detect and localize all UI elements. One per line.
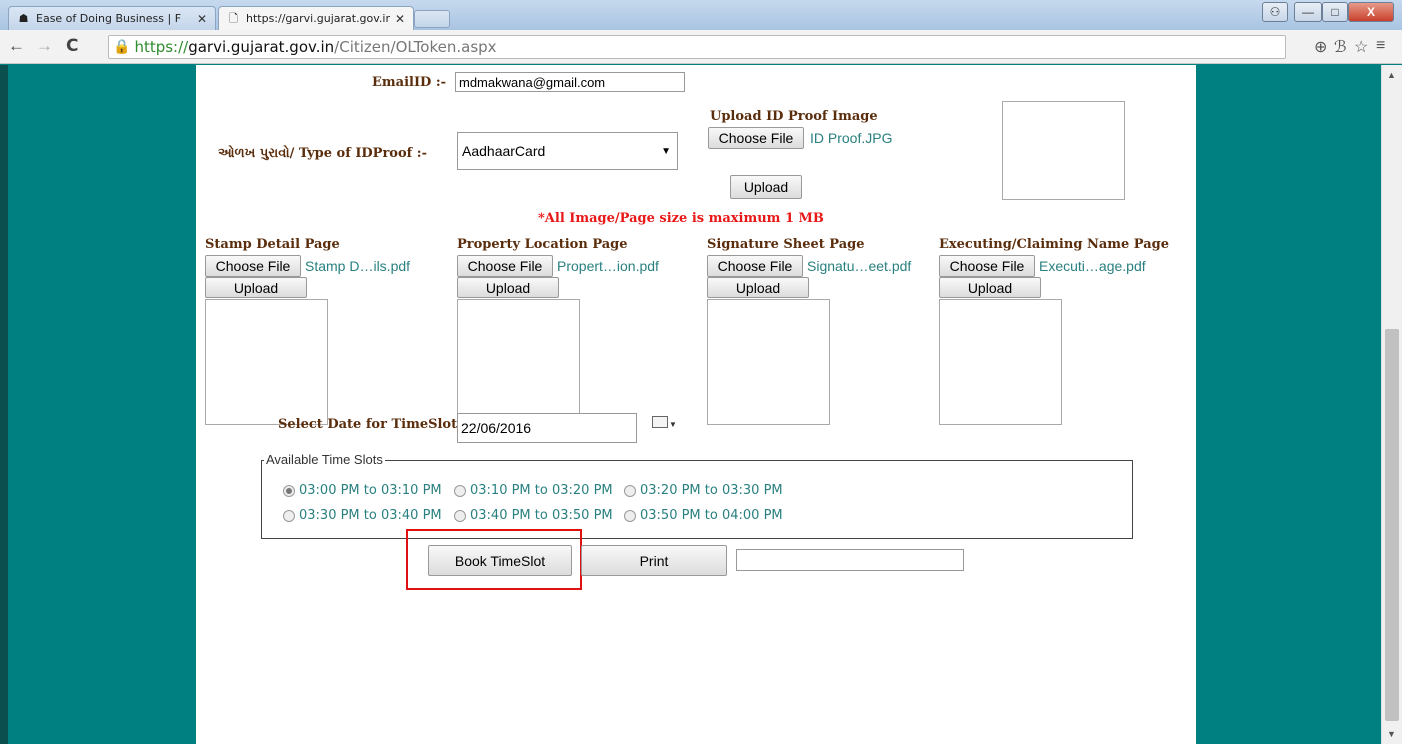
slot-label: 03:20 PM to 03:30 PM — [640, 483, 783, 498]
calendar-dropdown-icon[interactable]: ▼ — [669, 420, 677, 429]
lock-icon: 🔒 — [113, 39, 131, 55]
scroll-thumb[interactable] — [1385, 329, 1399, 721]
browser-toolbar: ← → C 🔒 https://garvi.gujarat.gov.in/Cit… — [0, 30, 1402, 64]
user-icon[interactable]: ⚇ — [1262, 2, 1288, 22]
id-file-name: ID Proof.JPG — [810, 130, 893, 146]
tab-ease-of-doing-business[interactable]: ☗ Ease of Doing Business | F ✕ — [8, 6, 216, 30]
url-scheme: https:// — [134, 38, 189, 56]
close-window-button[interactable]: X — [1348, 2, 1394, 22]
signature-file-name: Signatu…eet.pdf — [807, 258, 912, 274]
slot-label: 03:10 PM to 03:20 PM — [470, 483, 613, 498]
time-slots-legend: Available Time Slots — [264, 452, 385, 467]
scroll-down-icon[interactable]: ▼ — [1387, 729, 1396, 739]
maximize-button[interactable]: □ — [1322, 2, 1348, 22]
radio-icon — [454, 484, 466, 497]
slot-label: 03:30 PM to 03:40 PM — [299, 508, 442, 523]
choose-file-stamp-button[interactable]: Choose File — [205, 255, 301, 277]
dropdown-arrow-icon: ▼ — [661, 145, 671, 157]
tab-garvi-oltoken[interactable]: 🗋 https://garvi.gujarat.gov.ir ✕ — [218, 6, 414, 30]
choose-file-signature-button[interactable]: Choose File — [707, 255, 803, 277]
upload-property-button[interactable]: Upload — [457, 277, 559, 298]
vertical-scrollbar[interactable]: ▲ ▼ — [1381, 65, 1402, 744]
email-field[interactable]: mdmakwana@gmail.com — [455, 72, 685, 92]
upload-id-title: Upload ID Proof Image — [710, 109, 878, 124]
minimize-button[interactable]: — — [1294, 2, 1322, 22]
stamp-file-name: Stamp D…ils.pdf — [305, 258, 411, 274]
property-file-name: Propert…ion.pdf — [557, 258, 659, 274]
property-location-title: Property Location Page — [457, 237, 628, 252]
url-host: garvi.gujarat.gov.in — [188, 38, 335, 56]
choose-file-executing-button[interactable]: Choose File — [939, 255, 1035, 277]
scroll-up-icon[interactable]: ▲ — [1387, 70, 1396, 80]
new-tab-button[interactable] — [414, 10, 450, 28]
slot-radio[interactable]: 03:50 PM to 04:00 PM — [624, 508, 783, 523]
tab-label: Ease of Doing Business | F — [36, 12, 182, 25]
date-label: Select Date for TimeSlot — [278, 417, 458, 432]
print-button[interactable]: Print — [581, 545, 727, 576]
property-preview — [457, 299, 580, 425]
size-notice: *All Image/Page size is maximum 1 MB — [538, 211, 824, 226]
idproof-type-label: ઓળખ પુરાવો/ Type of IDProof :- — [218, 146, 427, 161]
radio-icon — [624, 484, 636, 497]
time-slots-group: Available Time Slots 03:00 PM to 03:10 P… — [261, 452, 1133, 539]
back-icon[interactable]: ← — [8, 36, 25, 56]
email-label: EmailID :- — [372, 75, 447, 90]
upload-id-button[interactable]: Upload — [730, 175, 802, 199]
signature-sheet-title: Signature Sheet Page — [707, 237, 865, 252]
upload-signature-button[interactable]: Upload — [707, 277, 809, 298]
page-viewport: EmailID :- mdmakwana@gmail.com ઓળખ પુરાવ… — [0, 65, 1402, 744]
url-path: /Citizen/OLToken.aspx — [334, 38, 497, 56]
zoom-icon[interactable]: ⊕ — [1314, 37, 1327, 57]
stamp-detail-title: Stamp Detail Page — [205, 237, 340, 252]
slot-radio[interactable]: 03:20 PM to 03:30 PM — [624, 483, 783, 498]
slot-label: 03:00 PM to 03:10 PM — [299, 483, 442, 498]
idproof-type-select[interactable]: AadhaarCard ▼ — [457, 132, 678, 170]
radio-icon — [624, 509, 636, 522]
slot-radio[interactable]: 03:40 PM to 03:50 PM — [454, 508, 613, 523]
id-proof-preview — [1002, 101, 1125, 200]
slot-radio[interactable]: 03:00 PM to 03:10 PM — [283, 483, 442, 498]
address-bar[interactable]: 🔒 https://garvi.gujarat.gov.in/Citizen/O… — [108, 35, 1286, 59]
menu-icon[interactable]: ≡ — [1376, 37, 1385, 55]
signature-preview — [707, 299, 830, 425]
radio-icon — [283, 484, 295, 497]
close-tab-icon[interactable]: ✕ — [395, 12, 405, 26]
bookmark-star-icon[interactable]: ☆ — [1354, 37, 1368, 57]
radio-icon — [283, 509, 295, 522]
tab-label: https://garvi.gujarat.gov.ir — [246, 12, 391, 25]
book-timeslot-button[interactable]: Book TimeSlot — [428, 545, 572, 576]
reload-icon[interactable]: C — [66, 36, 78, 56]
upload-stamp-button[interactable]: Upload — [205, 277, 307, 298]
stamp-preview — [205, 299, 328, 425]
page-icon: 🗋 — [229, 12, 238, 25]
token-field[interactable] — [736, 549, 964, 571]
close-tab-icon[interactable]: ✕ — [197, 12, 207, 26]
radio-icon — [454, 509, 466, 522]
calendar-icon[interactable] — [652, 416, 668, 428]
choose-file-property-button[interactable]: Choose File — [457, 255, 553, 277]
emblem-icon: ☗ — [18, 12, 29, 25]
form-panel: EmailID :- mdmakwana@gmail.com ઓળખ પુરાવ… — [196, 65, 1196, 744]
translate-icon[interactable]: ℬ — [1334, 37, 1347, 57]
date-field[interactable]: 22/06/2016 — [457, 413, 637, 443]
executing-claiming-title: Executing/Claiming Name Page — [939, 237, 1170, 252]
slot-label: 03:50 PM to 04:00 PM — [640, 508, 783, 523]
slot-radio[interactable]: 03:10 PM to 03:20 PM — [454, 483, 613, 498]
slot-label: 03:40 PM to 03:50 PM — [470, 508, 613, 523]
executing-preview — [939, 299, 1062, 425]
executing-file-name: Executi…age.pdf — [1039, 258, 1146, 274]
upload-executing-button[interactable]: Upload — [939, 277, 1041, 298]
choose-file-id-button[interactable]: Choose File — [708, 127, 804, 149]
forward-icon[interactable]: → — [36, 36, 53, 56]
left-border — [0, 65, 8, 744]
idproof-selected-value: AadhaarCard — [462, 143, 546, 159]
slot-radio[interactable]: 03:30 PM to 03:40 PM — [283, 508, 442, 523]
browser-title-bar: ☗ Ease of Doing Business | F ✕ 🗋 https:/… — [0, 0, 1402, 30]
